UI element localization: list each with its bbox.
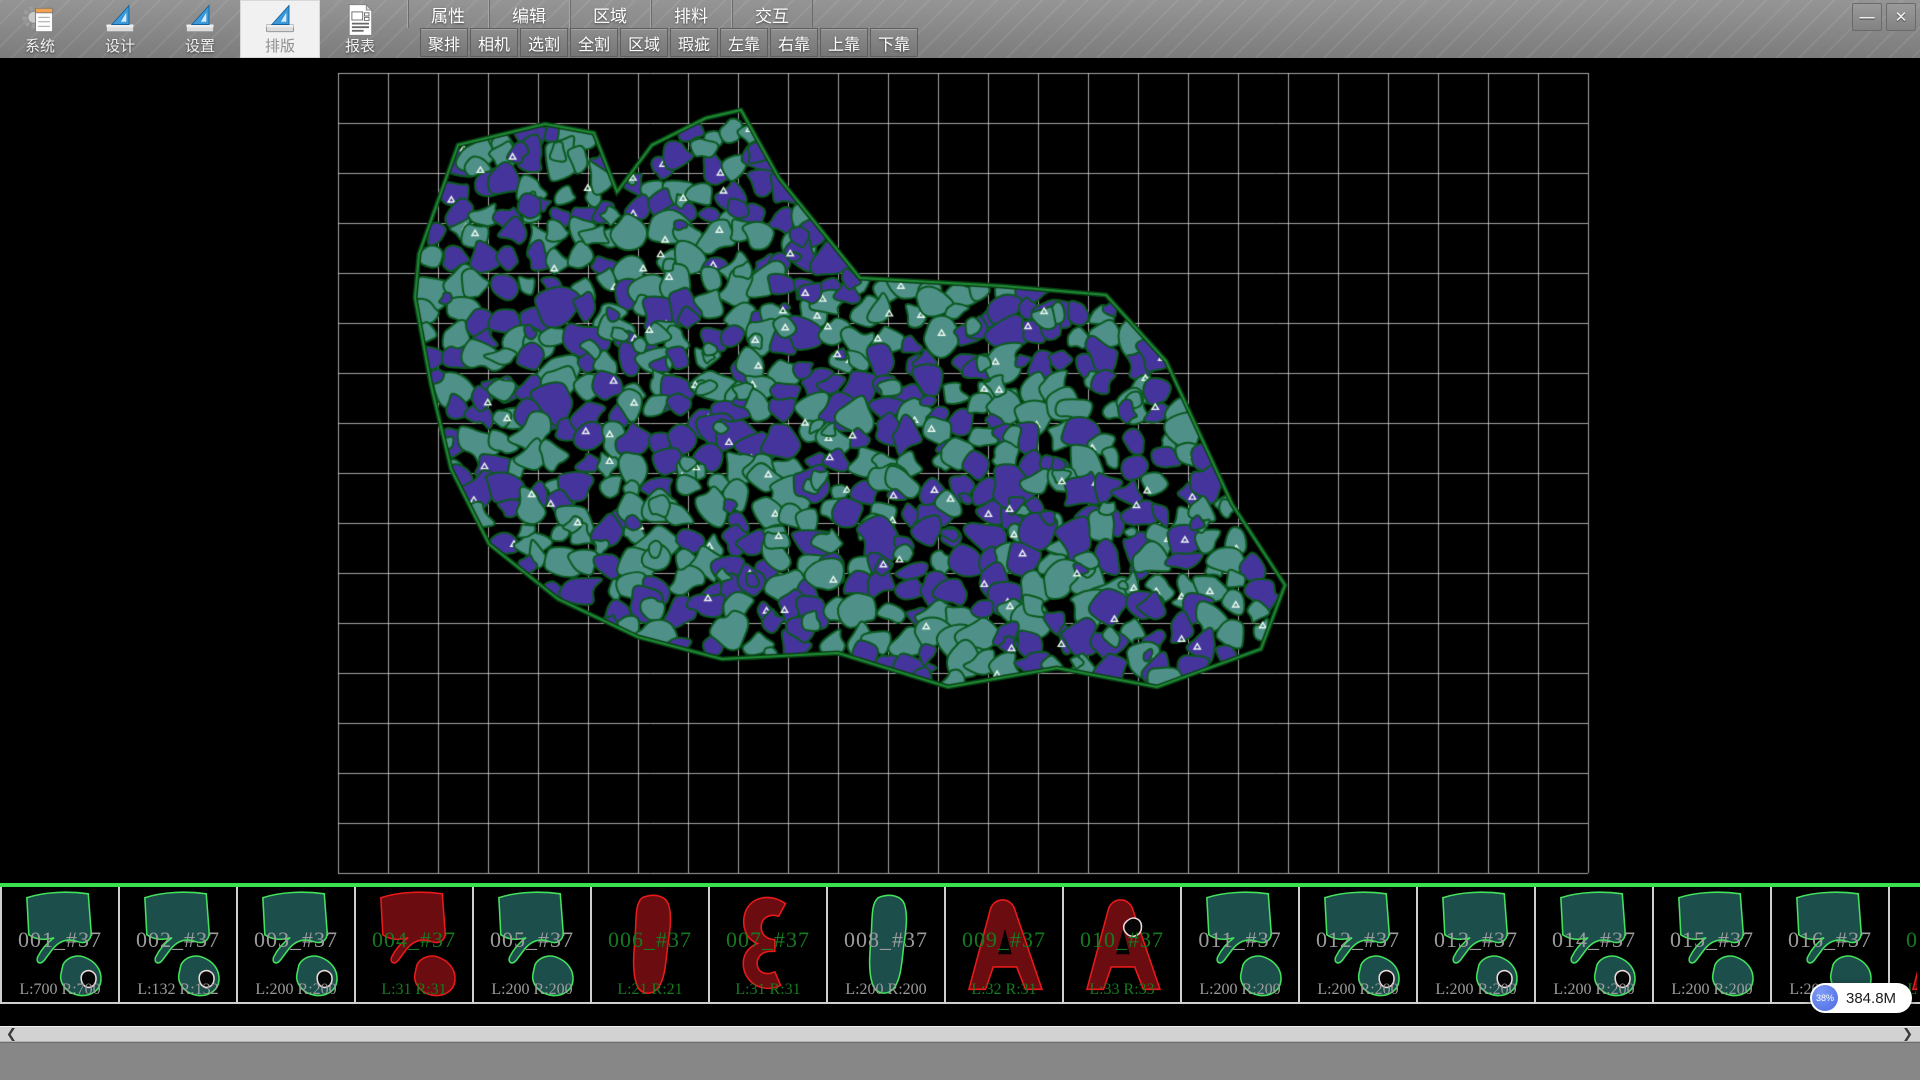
piece-cell-10[interactable]: 010_#37 L:33 R:33 — [1064, 887, 1182, 1002]
piece-id: 016_#37 — [1772, 927, 1888, 953]
piece-lr: L:31 R:31 — [356, 981, 472, 999]
piece-lr: L:33 R:33 — [1064, 981, 1180, 999]
piece-id: 005_#37 — [474, 927, 590, 953]
piece-cell-8[interactable]: 008_#37 L:200 R:200 — [828, 887, 946, 1002]
piece-id: 002_#37 — [120, 927, 236, 953]
piece-cell-6[interactable]: 006_#37 L:21 R:21 — [592, 887, 710, 1002]
piece-lr: L:32 R:31 — [946, 981, 1062, 999]
tool-button-7[interactable]: 左靠 — [720, 28, 768, 57]
nesting-canvas[interactable] — [0, 58, 1920, 883]
piece-cell-9[interactable]: 009_#37 L:32 R:31 — [946, 887, 1064, 1002]
piece-lr: L:200 R:200 — [238, 981, 354, 999]
nav-button-design[interactable]: 设计 — [80, 0, 160, 58]
piece-id: 008_#37 — [828, 927, 944, 953]
settings-icon — [182, 2, 218, 38]
piece-id: 014_#37 — [1536, 927, 1652, 953]
report-icon — [342, 2, 378, 38]
piece-id: 013_#37 — [1418, 927, 1534, 953]
tool-button-6[interactable]: 瑕疵 — [670, 28, 718, 57]
minimize-button[interactable]: — — [1852, 3, 1882, 31]
tool-button-1[interactable]: 聚排 — [420, 28, 468, 57]
piece-lr: L:200 R:200 — [1418, 981, 1534, 999]
tool-button-8[interactable]: 右靠 — [770, 28, 818, 57]
piece-lr: L:31 R:31 — [710, 981, 826, 999]
window-controls: — ✕ — [1852, 3, 1916, 31]
scroll-left-icon[interactable]: ❮ — [6, 1026, 17, 1042]
piece-cell-15[interactable]: 015_#37 L:200 R:200 — [1654, 887, 1772, 1002]
piece-cell-11[interactable]: 011_#37 L:200 R:200 — [1182, 887, 1300, 1002]
menu-tab-2[interactable]: 编辑 — [488, 0, 569, 28]
nav-button-system[interactable]: 系统 — [0, 0, 80, 58]
piece-id: 006_#37 — [592, 927, 708, 953]
piece-lr: L:700 R:700 — [2, 981, 118, 999]
piece-lr: L:200 R:200 — [1182, 981, 1298, 999]
nav-label: 系统 — [25, 38, 55, 56]
menu-tab-1[interactable]: 属性 — [407, 0, 488, 28]
nav-label: 设计 — [105, 38, 135, 56]
piece-cell-13[interactable]: 013_#37 L:200 R:200 — [1418, 887, 1536, 1002]
piece-id: 009_#37 — [946, 927, 1062, 953]
menu-tab-row: 属性编辑区域排料交互 — [407, 0, 813, 28]
piece-lr: L:21 R:21 — [592, 981, 708, 999]
piece-id: 003_#37 — [238, 927, 354, 953]
menu-tab-5[interactable]: 交互 — [731, 0, 813, 28]
scroll-right-icon[interactable]: ❯ — [1902, 1026, 1913, 1042]
tool-button-10[interactable]: 下靠 — [870, 28, 918, 57]
nav-button-layout[interactable]: 排版 — [240, 0, 320, 58]
piece-lr: L:200 R:200 — [828, 981, 944, 999]
piece-id: 015_#37 — [1654, 927, 1770, 953]
piece-cell-4[interactable]: 004_#37 L:31 R:31 — [356, 887, 474, 1002]
system-icon — [22, 2, 58, 38]
nav-button-settings[interactable]: 设置 — [160, 0, 240, 58]
piece-thumbnail-strip: 001_#37L:700 R:700002_#37L:132 R:132003_… — [0, 887, 1920, 1004]
piece-cell-1[interactable]: 001_#37 L:700 R:700 — [2, 887, 120, 1002]
piece-lr: L:200 R:200 — [474, 981, 590, 999]
piece-cell-12[interactable]: 012_#37 L:200 R:200 — [1300, 887, 1418, 1002]
menu-tab-3[interactable]: 区域 — [569, 0, 650, 28]
piece-id: 012_#37 — [1300, 927, 1416, 953]
tool-button-2[interactable]: 相机 — [470, 28, 518, 57]
piece-lr: L:200 R:200 — [1654, 981, 1770, 999]
piece-id: 017_#37 — [1890, 927, 1917, 953]
piece-cell-3[interactable]: 003_#37 L:200 R:200 — [238, 887, 356, 1002]
piece-id: 011_#37 — [1182, 927, 1298, 953]
nav-label: 排版 — [265, 38, 295, 56]
tool-button-9[interactable]: 上靠 — [820, 28, 868, 57]
memory-usage-label: 384.8M — [1846, 990, 1896, 1007]
tool-button-5[interactable]: 区域 — [620, 28, 668, 57]
piece-id: 007_#37 — [710, 927, 826, 953]
piece-id: 004_#37 — [356, 927, 472, 953]
piece-lr: L:200 R:200 — [1300, 981, 1416, 999]
menu-tab-4[interactable]: 排料 — [650, 0, 731, 28]
nav-button-report[interactable]: 报表 — [320, 0, 400, 58]
application-window: 系统设计设置排版报表 属性编辑区域排料交互 聚排相机选割全割区域瑕疵左靠右靠上靠… — [0, 0, 1920, 1080]
horizontal-scrollbar[interactable]: ❮ ❯ — [0, 1026, 1920, 1042]
close-button[interactable]: ✕ — [1886, 3, 1916, 31]
piece-cell-5[interactable]: 005_#37 L:200 R:200 — [474, 887, 592, 1002]
title-toolbar: 系统设计设置排版报表 属性编辑区域排料交互 聚排相机选割全割区域瑕疵左靠右靠上靠… — [0, 0, 1920, 59]
main-nav: 系统 设计 设置 排版 报表 — [0, 0, 400, 58]
tool-button-4[interactable]: 全割 — [570, 28, 618, 57]
piece-cell-7[interactable]: 007_#37 L:31 R:31 — [710, 887, 828, 1002]
piece-lr: L:132 R:132 — [120, 981, 236, 999]
tool-button-3[interactable]: 选割 — [520, 28, 568, 57]
piece-cell-2[interactable]: 002_#37 L:132 R:132 — [120, 887, 238, 1002]
layout-icon — [262, 2, 298, 38]
design-icon — [102, 2, 138, 38]
nav-label: 报表 — [345, 38, 375, 56]
memory-overlay[interactable]: 38% 384.8M — [1810, 983, 1912, 1013]
piece-id: 001_#37 — [2, 927, 118, 953]
status-bar — [0, 1042, 1920, 1080]
tool-button-row: 聚排相机选割全割区域瑕疵左靠右靠上靠下靠 — [420, 28, 920, 58]
piece-id: 010_#37 — [1064, 927, 1180, 953]
piece-cell-14[interactable]: 014_#37 L:200 R:200 — [1536, 887, 1654, 1002]
cpu-percent-badge: 38% — [1812, 985, 1838, 1011]
nav-label: 设置 — [185, 38, 215, 56]
piece-lr: L:200 R:200 — [1536, 981, 1652, 999]
